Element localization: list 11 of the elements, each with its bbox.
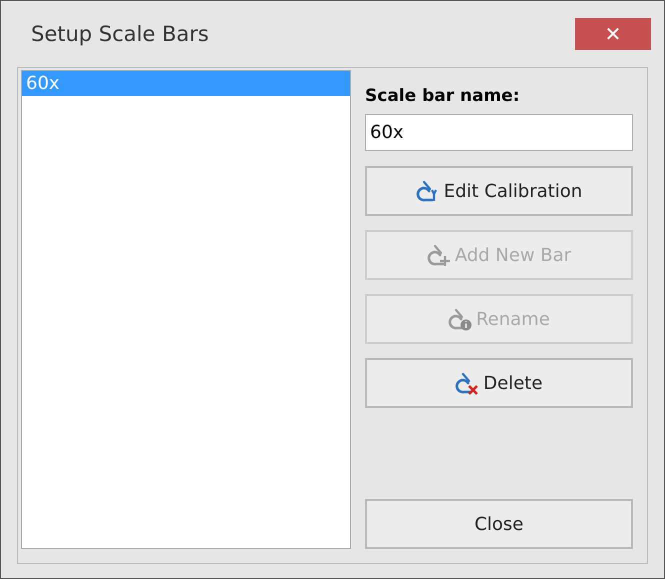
microscope-cross-icon [455,371,480,395]
close-button[interactable]: ✕ [575,18,651,50]
microscope-info-icon [448,307,472,331]
close-dialog-button[interactable]: Close [365,499,633,549]
field-label: Scale bar name: [365,86,521,106]
action-button[interactable]: Delete [365,358,633,408]
name-field[interactable]: 60x [365,114,633,151]
microscope-plus-icon [426,243,451,267]
action-button[interactable]: Edit Calibration [365,166,633,216]
microscope-wrench-icon [416,179,440,203]
window-title: Setup Scale Bars [31,22,209,46]
